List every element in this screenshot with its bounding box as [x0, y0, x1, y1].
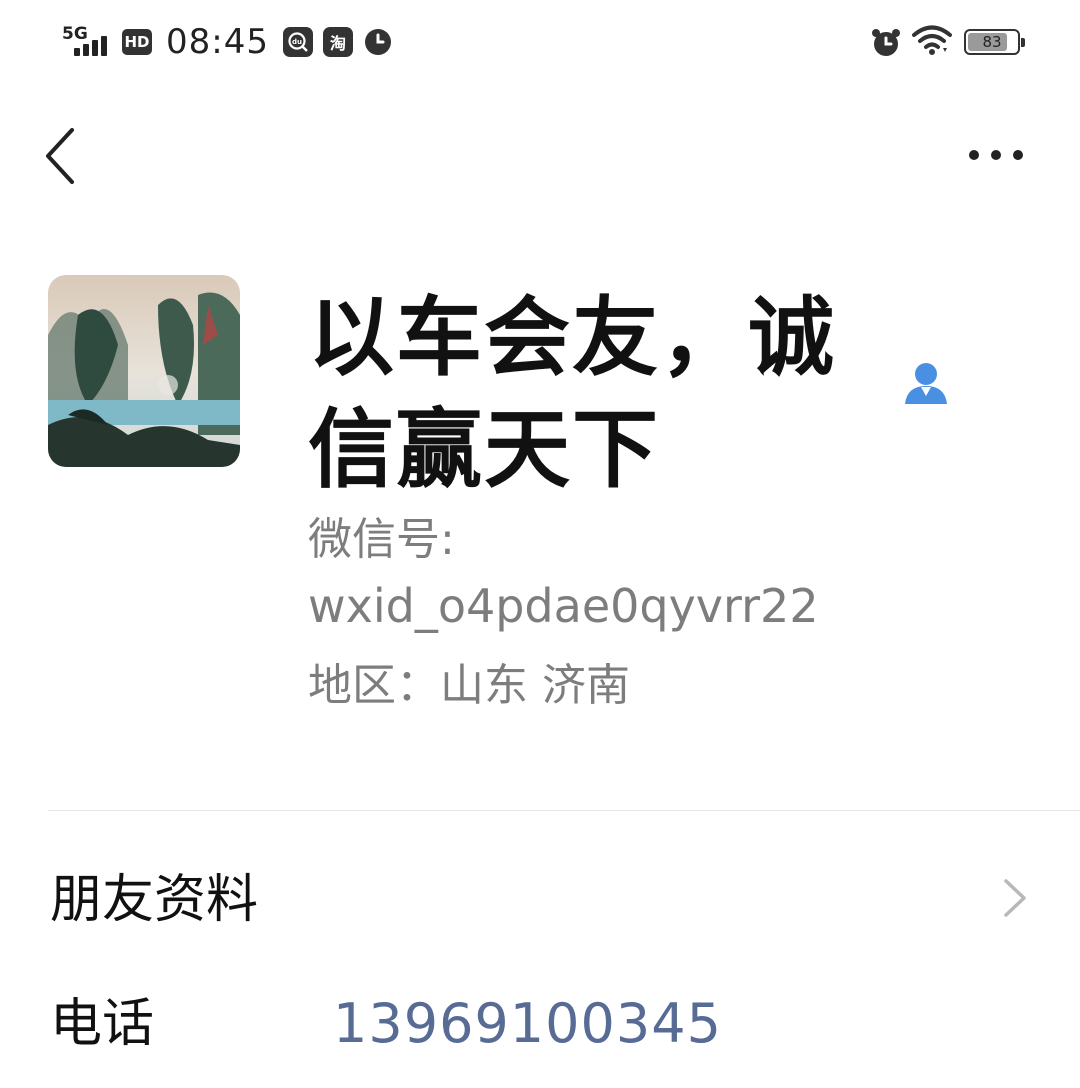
friend-info-label: 朋友资料: [50, 870, 259, 930]
landscape-painting-avatar: [48, 275, 240, 467]
divider: [48, 810, 1080, 811]
chevron-right-icon: [1004, 879, 1026, 917]
phone-row: 电话 13969100345: [0, 975, 1080, 1075]
status-bar: 5G HD 08:45 du 淘 83: [0, 0, 1080, 84]
phone-number-link[interactable]: 13969100345: [333, 991, 722, 1057]
wifi-icon: [912, 24, 952, 60]
battery-icon: 83: [964, 29, 1025, 55]
back-button[interactable]: [40, 124, 84, 188]
region-text: 地区：山东 济南: [308, 660, 630, 711]
status-bar-left: 5G HD 08:45 du 淘: [60, 20, 393, 64]
clock-icon: [363, 27, 393, 57]
profile-name: 以车会友，诚信赢天下: [308, 288, 836, 500]
more-options-button[interactable]: [966, 140, 1026, 170]
wechat-id-value: wxid_o4pdae0qyvrr22: [308, 579, 819, 633]
alarm-icon: [870, 27, 900, 57]
cellular-signal-icon: 5G: [60, 22, 112, 62]
svg-text:du: du: [292, 38, 302, 46]
wechat-id-label: 微信号:: [308, 514, 455, 565]
status-bar-right: 83: [870, 20, 1025, 64]
contact-person-icon: [903, 360, 949, 406]
taobao-icon: 淘: [322, 27, 353, 57]
friend-info-row[interactable]: 朋友资料: [0, 845, 1080, 955]
du-icon: du: [282, 27, 313, 57]
avatar[interactable]: [48, 275, 240, 467]
more-dots-icon: [969, 150, 1023, 160]
clock-time: 08:45: [166, 22, 269, 62]
phone-label: 电话: [50, 994, 155, 1054]
hd-badge: HD: [122, 29, 152, 55]
battery-level: 83: [982, 33, 1002, 51]
chevron-left-icon: [46, 128, 74, 184]
